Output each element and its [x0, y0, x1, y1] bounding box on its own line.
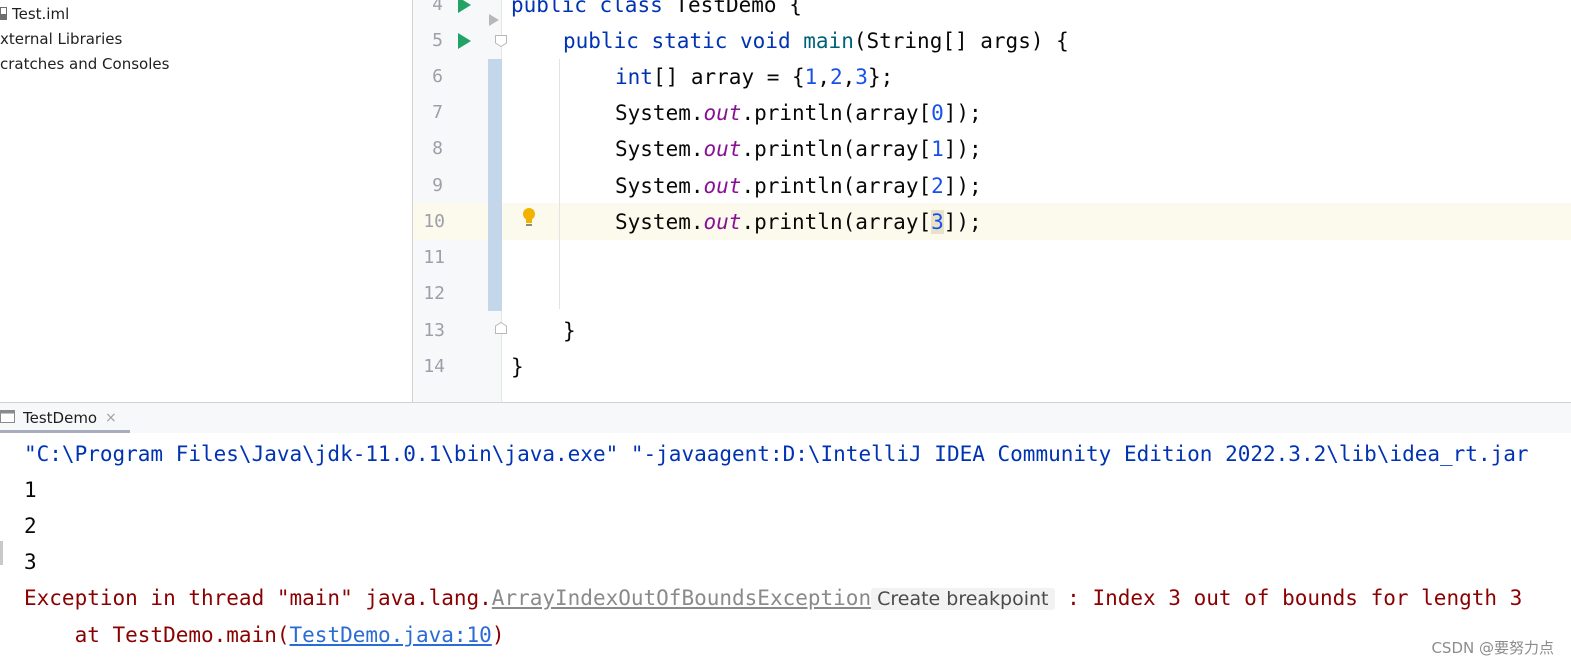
- number-literal: 1: [931, 137, 944, 161]
- fold-arrow-icon[interactable]: [488, 14, 500, 26]
- line-number: 12: [423, 283, 445, 304]
- code-line-5[interactable]: public static void main(String[] args) {: [563, 23, 1069, 59]
- console-stacktrace-line: at TestDemo.main(TestDemo.java:10): [24, 617, 505, 653]
- code-text: .println(array[: [741, 210, 932, 234]
- number-literal: 0: [931, 101, 944, 125]
- code-line-6[interactable]: int[] array = {1,2,3};: [615, 59, 893, 95]
- code-text: .println(array[: [741, 174, 932, 198]
- indent-guide: [559, 59, 560, 309]
- console-output-line: 3: [24, 550, 37, 574]
- run-gutter-icon[interactable]: [458, 33, 471, 49]
- keyword: public: [563, 29, 639, 53]
- exception-class-link[interactable]: ArrayIndexOutOfBoundsException: [492, 586, 871, 610]
- keyword: public: [511, 0, 587, 17]
- console-gutter-mark: [0, 541, 3, 565]
- code-text: ,: [842, 65, 856, 89]
- line-number: 8: [432, 138, 443, 159]
- console-output-line: 1: [24, 478, 37, 502]
- number-literal: 2: [829, 65, 843, 89]
- exception-message: : Index 3 out of bounds for length 3: [1054, 586, 1523, 610]
- code-line-8[interactable]: System.out.println(array[1]);: [615, 131, 982, 167]
- fold-marker-icon[interactable]: [495, 322, 507, 334]
- code-line-4[interactable]: public class TestDemo {: [511, 0, 802, 23]
- code-text: System.: [615, 101, 704, 125]
- code-text: System.: [615, 210, 704, 234]
- tree-item-label: Test.iml: [12, 5, 70, 23]
- brace: {: [789, 0, 802, 17]
- code-text: };: [867, 65, 894, 89]
- console-output-line: 2: [24, 514, 37, 538]
- watermark: CSDN @要努力点: [1431, 639, 1554, 657]
- keyword: int: [615, 65, 653, 89]
- line-number: 11: [423, 247, 445, 268]
- brace: }: [511, 355, 524, 379]
- code-line-7[interactable]: System.out.println(array[0]);: [615, 95, 982, 131]
- keyword: void: [740, 29, 791, 53]
- line-number: 14: [423, 356, 445, 377]
- number-literal: 3: [855, 65, 868, 89]
- trace-suffix: ): [491, 623, 505, 647]
- source-file-link[interactable]: TestDemo.java:10: [290, 623, 492, 647]
- static-field: out: [703, 174, 742, 198]
- line-number: 9: [432, 175, 443, 196]
- code-line-13[interactable]: }: [563, 313, 576, 349]
- static-field: out: [703, 101, 742, 125]
- line-number: 13: [423, 320, 445, 341]
- console-icon: [0, 410, 15, 423]
- tree-item-label: cratches and Consoles: [0, 55, 170, 73]
- code-text: ]);: [943, 210, 982, 234]
- fold-marker-icon[interactable]: [495, 35, 507, 47]
- iml-file-icon: [0, 7, 7, 20]
- code-text: [] array = {: [652, 65, 805, 89]
- code-line-10[interactable]: System.out.println(array[3]);: [615, 204, 982, 240]
- keyword: static: [651, 29, 728, 53]
- number-literal: 2: [931, 174, 944, 198]
- code-text: (String[] args) {: [853, 29, 1069, 53]
- line-number-current: 10: [423, 211, 445, 232]
- code-text: .println(array[: [741, 137, 932, 161]
- code-text: .println(array[: [741, 101, 932, 125]
- create-breakpoint-button[interactable]: Create breakpoint: [871, 588, 1055, 610]
- code-text: ]);: [943, 137, 982, 161]
- class-name: TestDemo: [675, 0, 777, 17]
- console-command-line: "C:\Program Files\Java\jdk-11.0.1\bin\ja…: [24, 442, 1529, 466]
- console-exception-line: Exception in thread "main" java.lang.Arr…: [24, 580, 1522, 616]
- line-number: 6: [432, 66, 443, 87]
- code-text: System.: [615, 137, 704, 161]
- static-field: out: [703, 210, 742, 234]
- code-line-14[interactable]: }: [511, 349, 524, 385]
- static-field: out: [703, 137, 742, 161]
- code-text: ]);: [943, 174, 982, 198]
- code-text: System.: [615, 174, 704, 198]
- number-literal: 3: [931, 210, 944, 234]
- trace-prefix: at TestDemo.main(: [24, 623, 290, 647]
- exception-prefix: Exception in thread "main" java.lang.: [24, 586, 492, 610]
- run-tab-bar: [0, 403, 1571, 433]
- code-line-9[interactable]: System.out.println(array[2]);: [615, 168, 982, 204]
- intention-bulb-icon[interactable]: [522, 207, 536, 229]
- code-text: ,: [817, 65, 830, 89]
- brace: }: [563, 319, 576, 343]
- tree-item-label: xternal Libraries: [0, 30, 123, 48]
- line-number: 7: [432, 102, 443, 123]
- line-number: 5: [432, 30, 443, 51]
- code-text: ]);: [943, 101, 982, 125]
- number-literal: 1: [804, 65, 818, 89]
- keyword: class: [599, 0, 663, 17]
- tab-label: TestDemo: [23, 409, 98, 427]
- caret-row-highlight: [413, 203, 1571, 240]
- close-icon[interactable]: ×: [105, 408, 117, 428]
- method-name: main: [803, 29, 854, 53]
- run-gutter-icon[interactable]: [458, 0, 471, 13]
- vcs-change-marker[interactable]: [488, 59, 502, 311]
- tree-item-external-libraries[interactable]: xternal Libraries: [0, 27, 122, 52]
- line-number: 4: [432, 0, 443, 15]
- project-tool-window: Test.iml xternal Libraries cratches and …: [0, 0, 412, 402]
- tree-item-scratches-consoles[interactable]: cratches and Consoles: [0, 52, 169, 77]
